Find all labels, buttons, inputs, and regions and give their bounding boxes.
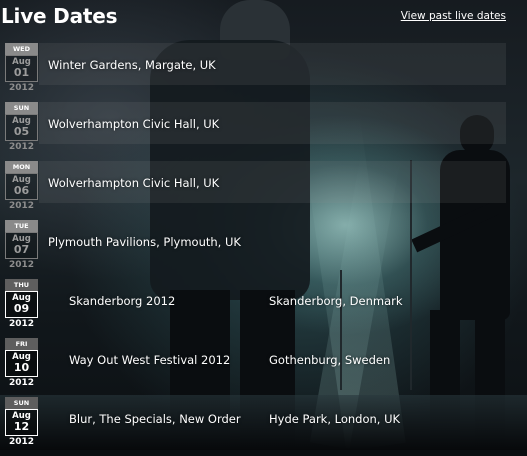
day-label: 09	[13, 302, 30, 315]
weekday-label: THU	[5, 279, 38, 291]
gig-row[interactable]: WED Aug 01 2012 Winter Gardens, Margate,…	[0, 43, 527, 102]
date-box: Aug 05	[5, 114, 38, 141]
date-block: FRI Aug 10 2012	[5, 338, 38, 390]
gig-row[interactable]: FRI Aug 10 2012 Way Out West Festival 20…	[0, 338, 527, 397]
view-past-live-dates-link[interactable]: View past live dates	[401, 10, 506, 22]
date-block: SUN Aug 12 2012	[5, 397, 38, 449]
gig-row[interactable]: THU Aug 09 2012 Skanderborg 2012 Skander…	[0, 279, 527, 338]
date-block: WED Aug 01 2012	[5, 43, 38, 95]
date-block: THU Aug 09 2012	[5, 279, 38, 331]
year-label: 2012	[8, 201, 35, 211]
day-label: 07	[13, 243, 30, 256]
gig-row[interactable]: TUE Aug 07 2012 Plymouth Pavilions, Plym…	[0, 220, 527, 279]
event-location: Skanderborg, Denmark	[269, 294, 403, 308]
day-label: 12	[13, 420, 30, 433]
venue-text: Plymouth Pavilions, Plymouth, UK	[48, 235, 241, 249]
weekday-label: TUE	[5, 220, 38, 232]
year-label: 2012	[8, 378, 35, 388]
venue-text: Winter Gardens, Margate, UK	[48, 58, 216, 72]
date-box: Aug 09	[5, 291, 38, 318]
date-box: Aug 10	[5, 350, 38, 377]
date-block: TUE Aug 07 2012	[5, 220, 38, 272]
date-box: Aug 06	[5, 173, 38, 200]
event-location: Gothenburg, Sweden	[269, 353, 391, 367]
year-label: 2012	[8, 142, 35, 152]
year-label: 2012	[8, 319, 35, 329]
weekday-label: SUN	[5, 397, 38, 409]
day-label: 10	[13, 361, 30, 374]
event-name: Skanderborg 2012	[69, 294, 176, 308]
page-title: Live Dates	[1, 4, 118, 28]
date-box: Aug 12	[5, 409, 38, 436]
gig-row[interactable]: SUN Aug 05 2012 Wolverhampton Civic Hall…	[0, 102, 527, 161]
event-name: Blur, The Specials, New Order	[69, 412, 241, 426]
year-label: 2012	[8, 83, 35, 93]
day-label: 01	[13, 66, 30, 79]
weekday-label: WED	[5, 43, 38, 55]
weekday-label: MON	[5, 161, 38, 173]
weekday-label: FRI	[5, 338, 38, 350]
date-block: MON Aug 06 2012	[5, 161, 38, 213]
event-location: Hyde Park, London, UK	[269, 412, 401, 426]
day-label: 05	[13, 125, 30, 138]
venue-text: Wolverhampton Civic Hall, UK	[48, 117, 220, 131]
year-label: 2012	[8, 437, 35, 447]
weekday-label: SUN	[5, 102, 38, 114]
date-box: Aug 01	[5, 55, 38, 82]
gig-row[interactable]: SUN Aug 12 2012 Blur, The Specials, New …	[0, 397, 527, 456]
gig-row[interactable]: MON Aug 06 2012 Wolverhampton Civic Hall…	[0, 161, 527, 220]
event-name: Way Out West Festival 2012	[69, 353, 231, 367]
date-block: SUN Aug 05 2012	[5, 102, 38, 154]
venue-text: Wolverhampton Civic Hall, UK	[48, 176, 220, 190]
year-label: 2012	[8, 260, 35, 270]
live-dates-list: WED Aug 01 2012 Winter Gardens, Margate,…	[0, 43, 527, 456]
date-box: Aug 07	[5, 232, 38, 259]
day-label: 06	[13, 184, 30, 197]
